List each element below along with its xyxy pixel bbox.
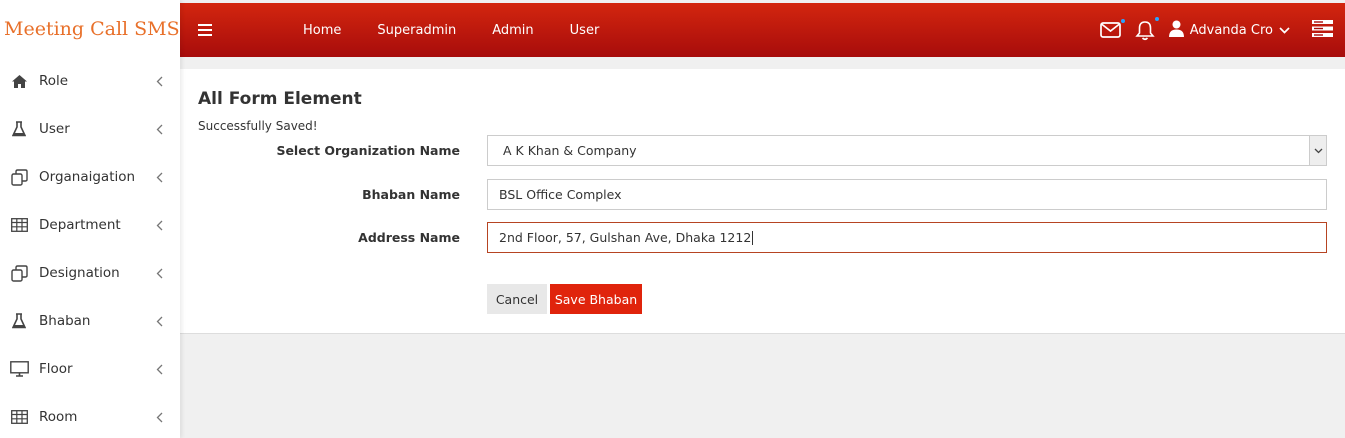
bhaban-name-value: BSL Office Complex — [499, 187, 622, 202]
save-bhaban-button[interactable]: Save Bhaban — [550, 284, 642, 314]
page-title: All Form Element — [198, 89, 362, 109]
chevron-left-icon — [154, 266, 164, 280]
bhaban-label: Bhaban Name — [362, 187, 460, 202]
chevron-down-icon — [1279, 23, 1290, 38]
nav-home[interactable]: Home — [303, 23, 341, 38]
chevron-left-icon — [154, 74, 164, 88]
sidebar-item-label: User — [39, 121, 70, 137]
bhaban-name-input[interactable]: BSL Office Complex — [487, 179, 1327, 210]
top-right-tools: Advanda Cro — [1099, 16, 1345, 41]
sidebar-item-label: Designation — [39, 265, 120, 281]
home-icon — [9, 72, 29, 90]
org-label: Select Organization Name — [276, 143, 460, 158]
text-cursor — [752, 230, 754, 245]
sidebar-item-user[interactable]: User — [0, 105, 180, 153]
server-menu-icon[interactable] — [1312, 19, 1333, 41]
nav-user[interactable]: User — [570, 23, 600, 38]
nav-superadmin[interactable]: Superadmin — [377, 23, 456, 38]
sidebar-item-label: Organaigation — [39, 169, 136, 185]
organization-select-value: A K Khan & Company — [503, 143, 637, 158]
bell-icon[interactable] — [1135, 16, 1159, 41]
sidebar-item-label: Department — [39, 217, 121, 233]
brand-logo[interactable]: Meeting Call SMS — [0, 0, 180, 57]
sidebar-item-floor[interactable]: Floor — [0, 345, 180, 393]
sidebar-item-label: Room — [39, 409, 78, 425]
user-menu[interactable]: Advanda Cro — [1168, 20, 1290, 41]
sidebar-item-organaigation[interactable]: Organaigation — [0, 153, 180, 201]
sidebar-item-department[interactable]: Department — [0, 201, 180, 249]
sidebar-item-bhaban[interactable]: Bhaban — [0, 297, 180, 345]
address-label: Address Name — [358, 230, 460, 245]
form-panel: All Form Element Successfully Saved! Sel… — [180, 69, 1345, 334]
sidebar-item-designation[interactable]: Designation — [0, 249, 180, 297]
chevron-down-icon[interactable] — [1309, 136, 1326, 165]
notification-dot — [1120, 19, 1125, 23]
sidebar-item-label: Bhaban — [39, 313, 91, 329]
chevron-left-icon — [154, 218, 164, 232]
address-name-value: 2nd Floor, 57, Gulshan Ave, Dhaka 1212 — [499, 230, 752, 245]
org-row: Select Organization Name A K Khan & Comp… — [180, 135, 1345, 166]
table-icon — [9, 408, 29, 426]
sidebar-item-label: Role — [39, 73, 69, 89]
topbar: Home Superadmin Admin User Advanda Cro — [180, 3, 1345, 57]
cancel-button[interactable]: Cancel — [487, 284, 547, 314]
monitor-icon — [9, 360, 29, 378]
chevron-left-icon — [154, 362, 164, 376]
address-row: Address Name 2nd Floor, 57, Gulshan Ave,… — [180, 222, 1345, 253]
chevron-left-icon — [154, 170, 164, 184]
flask-icon — [9, 312, 29, 330]
envelope-icon[interactable] — [1099, 19, 1125, 38]
hamburger-menu-icon[interactable] — [198, 24, 212, 36]
notification-dot — [1154, 16, 1159, 21]
clone-icon — [9, 168, 29, 186]
sidebar-item-label: Floor — [39, 361, 73, 377]
table-icon — [9, 216, 29, 234]
sidebar-item-room[interactable]: Room — [0, 393, 180, 438]
clone-icon — [9, 264, 29, 282]
chevron-left-icon — [154, 122, 164, 136]
address-name-input[interactable]: 2nd Floor, 57, Gulshan Ave, Dhaka 1212 — [487, 222, 1327, 253]
bhaban-row: Bhaban Name BSL Office Complex — [180, 179, 1345, 210]
user-name: Advanda Cro — [1189, 22, 1273, 38]
organization-select[interactable]: A K Khan & Company — [487, 135, 1327, 166]
chevron-left-icon — [154, 314, 164, 328]
user-icon — [1168, 20, 1184, 41]
sidebar: Meeting Call SMS Role User Organaigation… — [0, 0, 180, 438]
top-nav: Home Superadmin Admin User — [303, 23, 635, 38]
sidebar-item-role[interactable]: Role — [0, 57, 180, 105]
nav-admin[interactable]: Admin — [492, 23, 533, 38]
chevron-left-icon — [154, 410, 164, 424]
flask-icon — [9, 120, 29, 138]
status-message: Successfully Saved! — [198, 119, 318, 133]
